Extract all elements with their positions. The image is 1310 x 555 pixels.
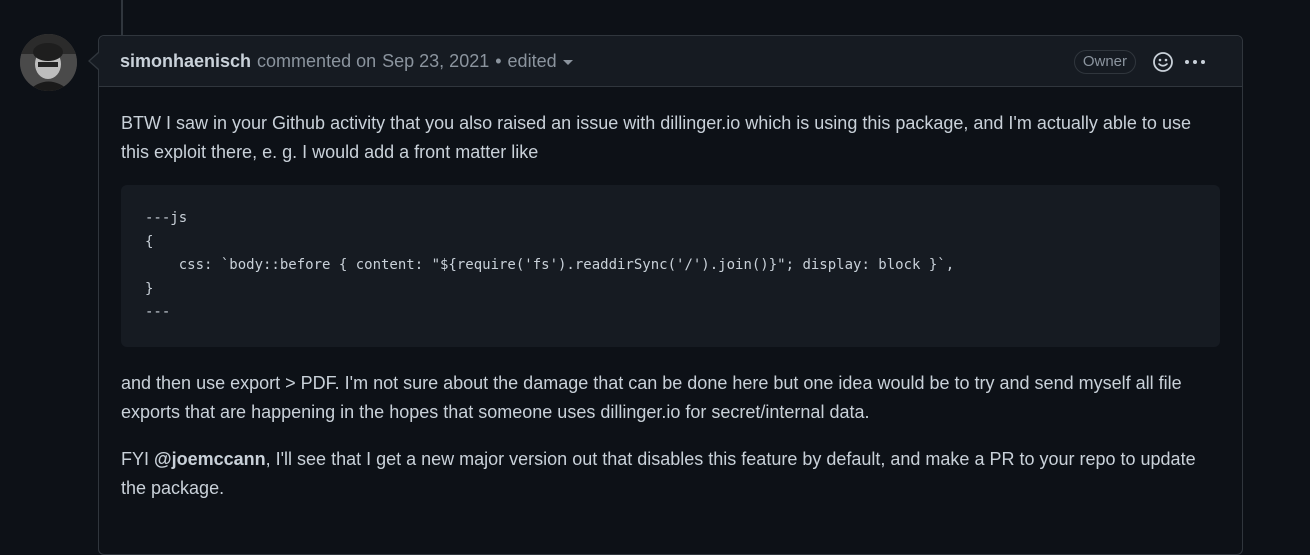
timeline-line [121, 0, 123, 36]
paragraph-suffix: , I'll see that I get a new major versio… [121, 448, 1196, 498]
owner-badge: Owner [1073, 49, 1136, 74]
comment-header: simonhaenisch commented on Sep 23, 2021 … [99, 36, 1242, 87]
comment-paragraph: FYI @joemccann, I'll see that I get a ne… [121, 445, 1220, 503]
user-mention-link[interactable]: @joemccann [154, 449, 266, 469]
comment-paragraph: and then use export > PDF. I'm not sure … [121, 372, 1182, 422]
code-block: ---js{ css: `body::before { content: "${… [121, 185, 1220, 347]
triangle-down-icon [562, 60, 573, 65]
edited-label: edited [507, 50, 557, 71]
code-line: } [145, 280, 154, 297]
code-line: { [145, 233, 154, 250]
comment-date[interactable]: Sep 23, 2021 [382, 51, 489, 72]
code-line: ---js [145, 210, 188, 226]
smiley-icon[interactable] [1152, 51, 1174, 73]
code-line: --- [145, 304, 171, 320]
edited-dropdown[interactable]: edited [508, 51, 573, 72]
comment-paragraph: BTW I saw in your Github activity that y… [121, 113, 1191, 162]
paragraph-prefix: FYI [121, 448, 155, 469]
avatar[interactable] [20, 34, 77, 91]
author-link[interactable]: simonhaenisch [120, 51, 251, 72]
comment-pointer-fill [90, 53, 99, 69]
comment-body: BTW I saw in your Github activity that y… [99, 87, 1242, 503]
timeline-comment: simonhaenisch commented on Sep 23, 2021 … [98, 35, 1243, 555]
code-line: css: `body::before { content: "${require… [145, 257, 955, 273]
comment-action: commented on [257, 50, 377, 71]
header-actions: Owner [1073, 36, 1216, 87]
kebab-horizontal-icon[interactable] [1184, 51, 1206, 73]
edited-separator: • [495, 50, 502, 71]
avatar-image [20, 34, 77, 91]
